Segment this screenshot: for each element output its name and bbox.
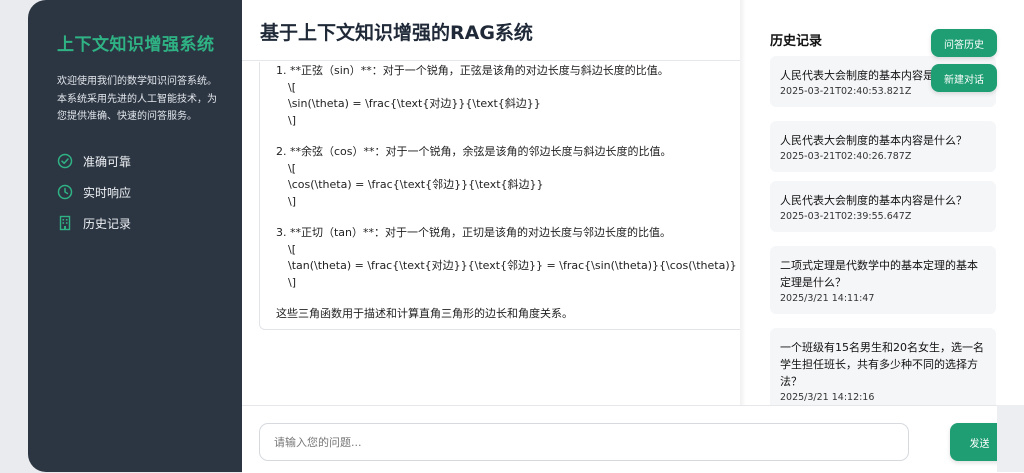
formula-line: \] — [288, 194, 296, 208]
history-question: 人民代表大会制度的基本内容是什么？ — [780, 134, 967, 147]
formula-line: \cos(\theta) = \frac{\text{邻边}}{\text{斜边… — [288, 178, 544, 191]
history-time: 2025-03-21T02:39:55.647Z — [780, 211, 912, 222]
clock-icon — [57, 184, 73, 200]
history-item[interactable]: 一个班级有15名男生和20名女生，选一名学生担任班长，共有多少种不同的选择方法？… — [770, 328, 996, 405]
formula-line: \[ — [288, 161, 296, 175]
answer-item-sin: 1. **正弦（sin）**：对于一个锐角，正弦是该角的对边长度与斜边长度的比值… — [276, 63, 740, 129]
history-time: 2025/3/21 14:12:16 — [780, 392, 875, 403]
input-bar: 发送 — [242, 405, 1024, 473]
history-question: 二项式定理是代数学中的基本定理的基本定理是什么？ — [780, 259, 978, 289]
feature-item-accurate: 准确可靠 — [57, 146, 220, 177]
feature-item-history: 历史记录 — [57, 208, 220, 239]
panel-divider — [740, 0, 746, 405]
formula-line: \[ — [288, 242, 296, 256]
history-item[interactable]: 人民代表大会制度的基本内容是什么？ 2025-03-21T02:39:55.64… — [770, 181, 996, 232]
answer-heading: 1. **正弦（sin）**：对于一个锐角，正弦是该角的对边长度与斜边长度的比值… — [276, 64, 669, 77]
history-button[interactable]: 问答历史 — [931, 29, 997, 57]
main-header: 基于上下文知识增强的RAG系统 — [242, 0, 740, 62]
history-time: 2025/3/21 14:11:47 — [780, 293, 875, 304]
feature-list: 准确可靠 实时响应 历史记录 — [57, 146, 220, 239]
page-title: 基于上下文知识增强的RAG系统 — [260, 22, 533, 44]
formula-line: \[ — [288, 80, 296, 94]
history-list: 人民代表大会制度的基本内容是什么？ 2025-03-21T02:40:53.82… — [770, 56, 996, 405]
answer-heading: 3. **正切（tan）**：对于一个锐角，正切是该角的对边长度与邻边长度的比值… — [276, 226, 672, 239]
formula-line: \tan(\theta) = \frac{\text{对边}}{\text{邻边… — [288, 259, 737, 272]
feature-label: 准确可靠 — [83, 154, 132, 169]
window-edge — [997, 405, 1024, 472]
chat-area: 1. **正弦（sin）**：对于一个锐角，正弦是该角的对边长度与斜边长度的比值… — [242, 0, 740, 405]
history-question: 人民代表大会制度的基本内容是什么？ — [780, 194, 967, 207]
feature-label: 实时响应 — [83, 185, 132, 200]
question-input[interactable] — [259, 423, 909, 461]
answer-heading: 2. **余弦（cos）**：对于一个锐角，余弦是该角的邻边长度与斜边长度的比值… — [276, 145, 672, 158]
history-panel: 历史记录 人民代表大会制度的基本内容是什么？ 2025-03-21T02:40:… — [740, 0, 1024, 405]
feature-label: 历史记录 — [83, 216, 132, 231]
sidebar: 上下文知识增强系统 欢迎使用我们的数学知识问答系统。本系统采用先进的人工智能技术… — [28, 0, 242, 472]
check-circle-icon — [57, 153, 73, 169]
formula-line: \] — [288, 275, 296, 289]
answer-message: 1. **正弦（sin）**：对于一个锐角，正弦是该角的对边长度与斜边长度的比值… — [259, 48, 740, 330]
history-item[interactable]: 二项式定理是代数学中的基本定理的基本定理是什么？ 2025/3/21 14:11… — [770, 246, 996, 314]
answer-item-tan: 3. **正切（tan）**：对于一个锐角，正切是该角的对边长度与邻边长度的比值… — [276, 225, 740, 291]
feature-item-realtime: 实时响应 — [57, 177, 220, 208]
formula-line: \] — [288, 113, 296, 127]
history-time: 2025-03-21T02:40:26.787Z — [780, 151, 912, 162]
history-title: 历史记录 — [770, 34, 823, 49]
formula-line: \sin(\theta) = \frac{\text{对边}}{\text{斜边… — [288, 97, 541, 110]
intro-text: 欢迎使用我们的数学知识问答系统。本系统采用先进的人工智能技术，为您提供准确、快速… — [57, 76, 217, 122]
brand-title: 上下文知识增强系统 — [57, 35, 215, 55]
history-question: 一个班级有15名男生和20名女生，选一名学生担任班长，共有多少种不同的选择方法？ — [780, 341, 984, 388]
history-item[interactable]: 人民代表大会制度的基本内容是什么？ 2025-03-21T02:40:26.78… — [770, 121, 996, 172]
header-divider — [242, 60, 740, 61]
answer-item-cos: 2. **余弦（cos）**：对于一个锐角，余弦是该角的邻边长度与斜边长度的比值… — [276, 144, 740, 210]
building-icon — [57, 215, 73, 231]
answer-summary: 这些三角函数用于描述和计算直角三角形的边长和角度关系。 — [276, 307, 573, 320]
new-chat-button[interactable]: 新建对话 — [931, 64, 997, 92]
